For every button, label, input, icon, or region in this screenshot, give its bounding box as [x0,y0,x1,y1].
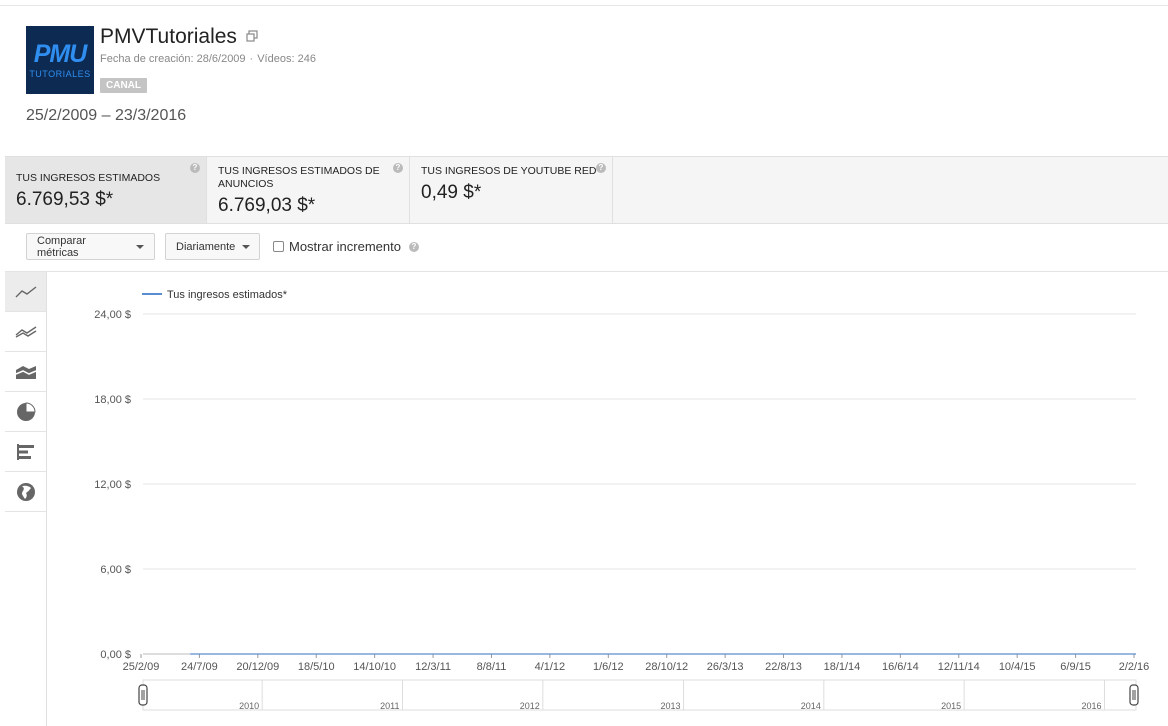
x-tick-label: 28/10/12 [645,661,688,673]
x-tick-label: 6/9/15 [1060,661,1091,673]
pie-chart-icon[interactable] [5,392,46,432]
chevron-down-icon [136,244,144,249]
range-handle[interactable] [1129,684,1139,706]
stacked-area-icon[interactable] [5,352,46,392]
metric-card-ad-revenue[interactable]: TUS INGRESOS ESTIMADOS DE ANUNCIOS 6.769… [207,157,410,223]
x-tick-label: 18/5/10 [298,661,335,673]
logo-text: PMU [33,39,88,68]
metric-card-youtube-red[interactable]: TUS INGRESOS DE YOUTUBE RED 0,49 $* ? [410,157,613,223]
y-tick-label: 0,00 $ [100,649,131,661]
navigator-frame [142,679,1137,711]
x-tick-label: 18/1/14 [824,661,861,673]
metric-label: TUS INGRESOS ESTIMADOS [16,172,161,184]
show-increment-label[interactable]: Mostrar incremento [289,239,401,254]
logo-subtext: TUTORIALES [29,68,91,79]
x-tick-label: 12/3/11 [415,661,451,673]
video-count: Vídeos: 246 [257,53,316,65]
show-increment-checkbox[interactable] [273,241,284,252]
compare-metrics-button[interactable]: Comparar métricas [26,233,155,260]
multi-line-chart-icon[interactable] [5,312,46,352]
x-tick-label: 22/8/13 [765,661,802,673]
navigator-year-label: 2016 [1081,701,1101,711]
date-range[interactable]: 25/2/2009 – 23/3/2016 [26,107,186,125]
x-tick-label: 1/6/12 [593,661,624,673]
y-tick-label: 12,00 $ [94,479,131,491]
creation-date: Fecha de creación: 28/6/2009 [100,53,246,65]
globe-icon[interactable] [5,472,46,512]
x-tick-label: 10/4/15 [999,661,1036,673]
x-tick-label: 8/8/11 [477,661,507,673]
chevron-down-icon [242,244,251,249]
period-label: Diariamente [176,240,236,253]
metric-label: TUS INGRESOS DE YOUTUBE RED [421,165,597,177]
help-icon[interactable]: ? [409,242,419,252]
navigator-year-label: 2011 [380,701,399,711]
y-tick-label: 24,00 $ [94,309,131,321]
revenue-line-chart[interactable]: 0,00 $ 6,00 $ 12,00 $ 18,00 $ 24,00 $ 25/2/09… [46,272,1156,726]
external-link-icon[interactable] [246,30,258,42]
navigator-year-label: 2010 [239,701,259,711]
metric-value: 0,49 $* [421,182,482,203]
metric-value: 6.769,53 $* [16,189,114,210]
x-tick-label: 14/10/10 [353,661,396,673]
legend-label: Tus ingresos estimados* [167,289,288,301]
channel-avatar: PMU TUTORIALES [26,26,94,94]
top-divider [0,5,1168,6]
navigator-year-label: 2015 [941,701,961,711]
channel-name[interactable]: PMVTutoriales [100,25,237,49]
metric-card-estimated-revenue[interactable]: TUS INGRESOS ESTIMADOS 6.769,53 $* ? [5,157,207,223]
x-tick-label: 2/2/16 [1119,661,1150,673]
metric-value: 6.769,03 $* [218,195,316,216]
x-tick-label: 24/7/09 [181,661,218,673]
x-tick-label: 25/2/09 [123,661,160,673]
metrics-bar: TUS INGRESOS ESTIMADOS 6.769,53 $* ? TUS… [5,156,1168,224]
channel-meta: Fecha de creación: 28/6/2009 · Vídeos: 246 [100,53,316,65]
period-dropdown[interactable]: Diariamente [165,233,260,260]
channel-type-badge: CANAL [100,78,147,93]
help-icon[interactable]: ? [190,163,200,173]
x-tick-label: 16/6/14 [882,661,919,673]
help-icon[interactable]: ? [393,163,403,173]
line-chart-icon[interactable] [5,272,46,312]
compare-metrics-label: Comparar métricas [37,234,86,259]
navigator-year-label: 2013 [660,701,680,711]
x-tick-label: 20/12/09 [236,661,279,673]
x-tick-label: 4/1/12 [535,661,566,673]
bar-chart-icon[interactable] [5,432,46,472]
x-tick-label: 26/3/13 [707,661,744,673]
chart-type-toolbar [5,272,47,726]
y-tick-label: 6,00 $ [100,564,131,576]
range-handle[interactable] [138,684,148,706]
navigator-year-label: 2012 [520,701,540,711]
y-tick-label: 18,00 $ [94,394,131,406]
help-icon[interactable]: ? [596,163,606,173]
metric-label: TUS INGRESOS ESTIMADOS DE ANUNCIOS [218,165,380,190]
x-tick-label: 12/11/14 [938,661,980,673]
navigator-year-label: 2014 [801,701,821,711]
